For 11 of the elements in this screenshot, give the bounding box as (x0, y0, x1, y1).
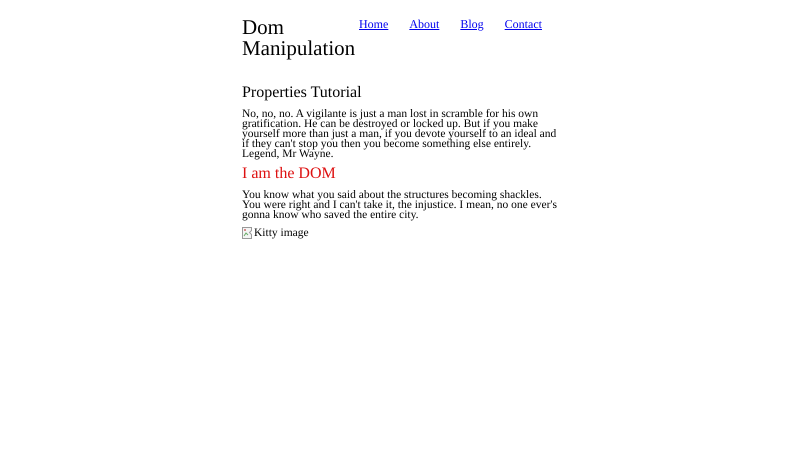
site-title: Dom Manipulation (242, 17, 356, 59)
paragraph: No, no, no. A vigilante is just a man lost in scramble for his own gratification. He can be destroyed or locked up. But if you make yourself more than just a man, if you devote yourself to an ideal and if they can't stop you then you become something else entirely. Legend, Mr Wayne. (242, 109, 558, 159)
nav-link[interactable]: Contact (504, 17, 542, 32)
section-heading: I am the DOM (242, 165, 337, 183)
nav-link[interactable]: About (409, 17, 440, 32)
nav-link[interactable]: Blog (460, 17, 484, 32)
broken-image-icon (242, 227, 254, 239)
nav-link[interactable]: Home (359, 17, 388, 32)
section-heading: Properties Tutorial (242, 84, 363, 102)
image-alt-text: Kitty image (254, 227, 309, 239)
paragraph: You know what you said about the structures becoming shackles. You were right and I can't take it, the injustice. I mean, no one ever's gonna know who saved the entire city. (242, 190, 558, 220)
